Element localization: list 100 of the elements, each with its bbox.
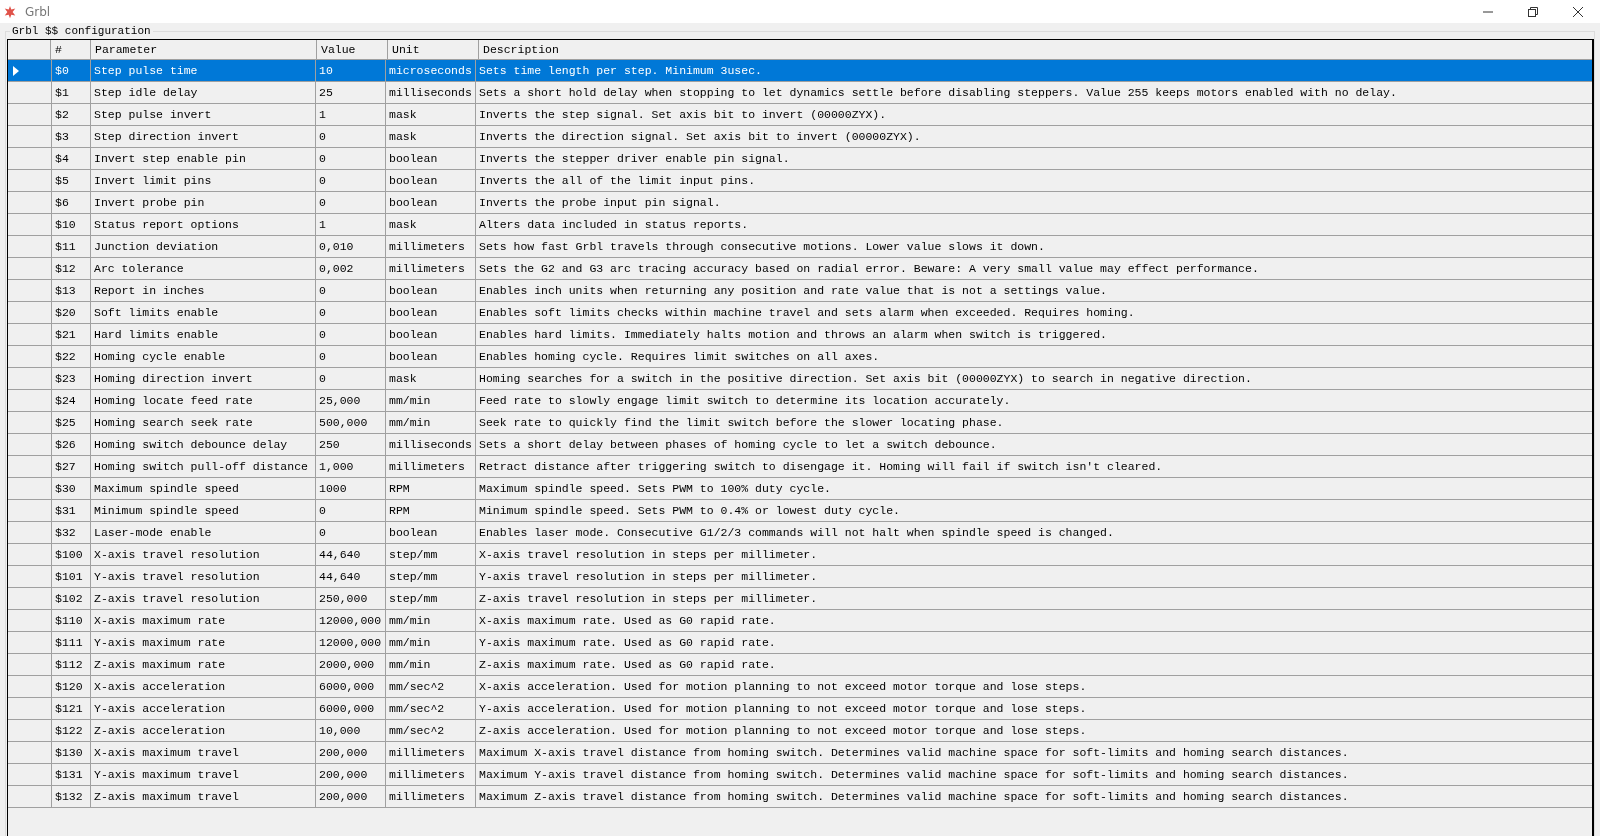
parameter-name: Homing search seek rate <box>91 412 316 433</box>
setting-unit: step/mm <box>386 544 476 565</box>
column-header[interactable]: Value <box>317 40 388 59</box>
table-row[interactable]: $21 Hard limits enable 0 boolean Enables hard limits. Immediately halts motion and throws an alarm when switch is triggered. <box>8 324 1592 346</box>
setting-description: Inverts the direction signal. Set axis bit to invert (00000ZYX). <box>478 129 922 145</box>
table-row[interactable]: $102 Z-axis travel resolution 250,000 step/mm Z-axis travel resolution in steps per millimeter. <box>8 588 1592 610</box>
setting-value: 12000,000 <box>316 610 386 631</box>
table-row[interactable]: $10 Status report options 1 mask Alters data included in status reports. <box>8 214 1592 236</box>
column-header[interactable]: Description <box>479 40 1592 59</box>
setting-value: 25 <box>316 82 386 103</box>
table-row[interactable]: $101 Y-axis travel resolution 44,640 step/mm Y-axis travel resolution in steps per millimeter. <box>8 566 1592 588</box>
table-row[interactable]: $6 Invert probe pin 0 boolean Inverts the probe input pin signal. <box>8 192 1592 214</box>
setting-number: $111 <box>52 632 91 653</box>
column-header[interactable]: Unit <box>388 40 479 59</box>
setting-number: $3 <box>52 126 91 147</box>
column-header[interactable]: Parameter <box>91 40 317 59</box>
parameter-name: X-axis acceleration <box>91 676 316 697</box>
setting-value: 1 <box>316 104 386 125</box>
setting-unit: mask <box>386 368 476 389</box>
table-row[interactable]: $132 Z-axis maximum travel 200,000 millimeters Maximum Z-axis travel distance from homing switch. Determines valid machine space for soft-limits and homing search distances. <box>8 786 1592 808</box>
setting-value: 10 <box>316 60 386 81</box>
setting-number: $32 <box>52 522 91 543</box>
table-row[interactable]: $4 Invert step enable pin 0 boolean Inverts the stepper driver enable pin signal. <box>8 148 1592 170</box>
setting-description: Sets the G2 and G3 arc tracing accuracy based on radial error. Beware: A very small value may effect performance. <box>478 261 1260 277</box>
setting-value: 1000 <box>316 478 386 499</box>
setting-description: X-axis maximum rate. Used as G0 rapid rate. <box>478 613 777 629</box>
setting-unit: boolean <box>386 192 476 213</box>
setting-unit: milliseconds <box>386 82 476 103</box>
table-row[interactable]: $26 Homing switch debounce delay 250 milliseconds Sets a short delay between phases of homing cycle to let a switch debounce. <box>8 434 1592 456</box>
setting-description: Z-axis acceleration. Used for motion planning to not exceed motor torque and lose steps. <box>478 723 1088 739</box>
table-row[interactable]: $12 Arc tolerance 0,002 millimeters Sets the G2 and G3 arc tracing accuracy based on radial error. Beware: A very small value may effect performance. <box>8 258 1592 280</box>
parameter-name: Step pulse time <box>91 60 316 81</box>
column-header[interactable]: # <box>51 40 91 59</box>
table-row[interactable]: $20 Soft limits enable 0 boolean Enables soft limits checks within machine travel and sets alarm when exceeded. Requires homing. <box>8 302 1592 324</box>
setting-description: Homing searches for a switch in the positive direction. Set axis bit (00000ZYX) to search in negative direction. <box>478 371 1253 387</box>
setting-description: Inverts the all of the limit input pins. <box>478 173 757 189</box>
setting-number: $122 <box>52 720 91 741</box>
parameter-name: Junction deviation <box>91 236 316 257</box>
table-row[interactable]: $24 Homing locate feed rate 25,000 mm/min Feed rate to slowly engage limit switch to determine its location accurately. <box>8 390 1592 412</box>
table-row[interactable]: $13 Report in inches 0 boolean Enables inch units when returning any position and rate value that is not a settings value. <box>8 280 1592 302</box>
setting-description: Z-axis maximum rate. Used as G0 rapid rate. <box>478 657 777 673</box>
table-row[interactable]: $111 Y-axis maximum rate 12000,000 mm/min Y-axis maximum rate. Used as G0 rapid rate. <box>8 632 1592 654</box>
table-row[interactable]: $32 Laser-mode enable 0 boolean Enables laser mode. Consecutive G1/2/3 commands will not halt when spindle speed is changed. <box>8 522 1592 544</box>
table-row[interactable]: $22 Homing cycle enable 0 boolean Enables homing cycle. Requires limit switches on all axes. <box>8 346 1592 368</box>
setting-description: Enables soft limits checks within machine travel and sets alarm when exceeded. Requires homing. <box>478 305 1136 321</box>
table-row[interactable]: $120 X-axis acceleration 6000,000 mm/sec^2 X-axis acceleration. Used for motion planning to not exceed motor torque and lose steps. <box>8 676 1592 698</box>
setting-unit: step/mm <box>386 566 476 587</box>
setting-unit: mm/sec^2 <box>386 676 476 697</box>
setting-unit: mm/sec^2 <box>386 720 476 741</box>
setting-value: 25,000 <box>316 390 386 411</box>
table-row[interactable]: $2 Step pulse invert 1 mask Inverts the step signal. Set axis bit to invert (00000ZYX). <box>8 104 1592 126</box>
parameter-name: Z-axis maximum rate <box>91 654 316 675</box>
setting-unit: mm/min <box>386 390 476 411</box>
parameter-name: Y-axis acceleration <box>91 698 316 719</box>
table-row[interactable]: $1 Step idle delay 25 milliseconds Sets a short hold delay when stopping to let dynamics settle before disabling steppers. Value 255 keeps motors enabled with no delay. <box>8 82 1592 104</box>
parameter-name: Invert step enable pin <box>91 148 316 169</box>
setting-value: 250 <box>316 434 386 455</box>
table-row[interactable]: $25 Homing search seek rate 500,000 mm/min Seek rate to quickly find the limit switch before the slower locating phase. <box>8 412 1592 434</box>
table-row[interactable]: $11 Junction deviation 0,010 millimeters Sets how fast Grbl travels through consecutive motions. Lower value slows it down. <box>8 236 1592 258</box>
parameter-name: Step direction invert <box>91 126 316 147</box>
setting-description: Inverts the step signal. Set axis bit to invert (00000ZYX). <box>478 107 888 123</box>
setting-unit: mm/min <box>386 610 476 631</box>
setting-unit: boolean <box>386 170 476 191</box>
setting-unit: RPM <box>386 500 476 521</box>
table-row[interactable]: $122 Z-axis acceleration 10,000 mm/sec^2 Z-axis acceleration. Used for motion planning to not exceed motor torque and lose steps. <box>8 720 1592 742</box>
table-row[interactable]: $27 Homing switch pull-off distance 1,000 millimeters Retract distance after triggering switch to disengage it. Homing will fail if switch isn't cleared. <box>8 456 1592 478</box>
group-label: Grbl $$ configuration <box>11 25 152 37</box>
setting-unit: mm/min <box>386 654 476 675</box>
table-row[interactable]: $130 X-axis maximum travel 200,000 millimeters Maximum X-axis travel distance from homing switch. Determines valid machine space for soft-limits and homing search distances. <box>8 742 1592 764</box>
parameter-name: Y-axis maximum rate <box>91 632 316 653</box>
setting-value: 6000,000 <box>316 698 386 719</box>
parameter-name: Arc tolerance <box>91 258 316 279</box>
setting-value: 200,000 <box>316 786 386 807</box>
parameter-name: X-axis maximum travel <box>91 742 316 763</box>
table-row[interactable]: $131 Y-axis maximum travel 200,000 millimeters Maximum Y-axis travel distance from homing switch. Determines valid machine space for soft-limits and homing search distances. <box>8 764 1592 786</box>
setting-number: $112 <box>52 654 91 675</box>
setting-value: 2000,000 <box>316 654 386 675</box>
setting-value: 0 <box>316 280 386 301</box>
table-row[interactable]: $110 X-axis maximum rate 12000,000 mm/min X-axis maximum rate. Used as G0 rapid rate. <box>8 610 1592 632</box>
table-row[interactable]: $0 Step pulse time 10 microseconds Sets time length per step. Minimum 3usec. <box>8 60 1592 82</box>
setting-number: $101 <box>52 566 91 587</box>
setting-value: 500,000 <box>316 412 386 433</box>
table-row[interactable]: $121 Y-axis acceleration 6000,000 mm/sec^2 Y-axis acceleration. Used for motion planning to not exceed motor torque and lose steps. <box>8 698 1592 720</box>
parameter-name: Step pulse invert <box>91 104 316 125</box>
table-row[interactable]: $5 Invert limit pins 0 boolean Inverts the all of the limit input pins. <box>8 170 1592 192</box>
table-row[interactable]: $23 Homing direction invert 0 mask Homing searches for a switch in the positive direction. Set axis bit (00000ZYX) to search in negative direction. <box>8 368 1592 390</box>
setting-value: 0 <box>316 324 386 345</box>
setting-value: 12000,000 <box>316 632 386 653</box>
parameter-name: Hard limits enable <box>91 324 316 345</box>
table-row[interactable]: $31 Minimum spindle speed 0 RPM Minimum spindle speed. Sets PWM to 0.4% or lowest duty cycle. <box>8 500 1592 522</box>
table-row[interactable]: $100 X-axis travel resolution 44,640 step/mm X-axis travel resolution in steps per millimeter. <box>8 544 1592 566</box>
setting-value: 44,640 <box>316 544 386 565</box>
table-row[interactable]: $3 Step direction invert 0 mask Inverts the direction signal. Set axis bit to invert (00000ZYX). <box>8 126 1592 148</box>
parameter-name: Laser-mode enable <box>91 522 316 543</box>
parameter-name: Step idle delay <box>91 82 316 103</box>
setting-number: $13 <box>52 280 91 301</box>
setting-value: 0 <box>316 368 386 389</box>
table-row[interactable]: $30 Maximum spindle speed 1000 RPM Maximum spindle speed. Sets PWM to 100% duty cycle. <box>8 478 1592 500</box>
table-row[interactable]: $112 Z-axis maximum rate 2000,000 mm/min Z-axis maximum rate. Used as G0 rapid rate. <box>8 654 1592 676</box>
setting-number: $11 <box>52 236 91 257</box>
